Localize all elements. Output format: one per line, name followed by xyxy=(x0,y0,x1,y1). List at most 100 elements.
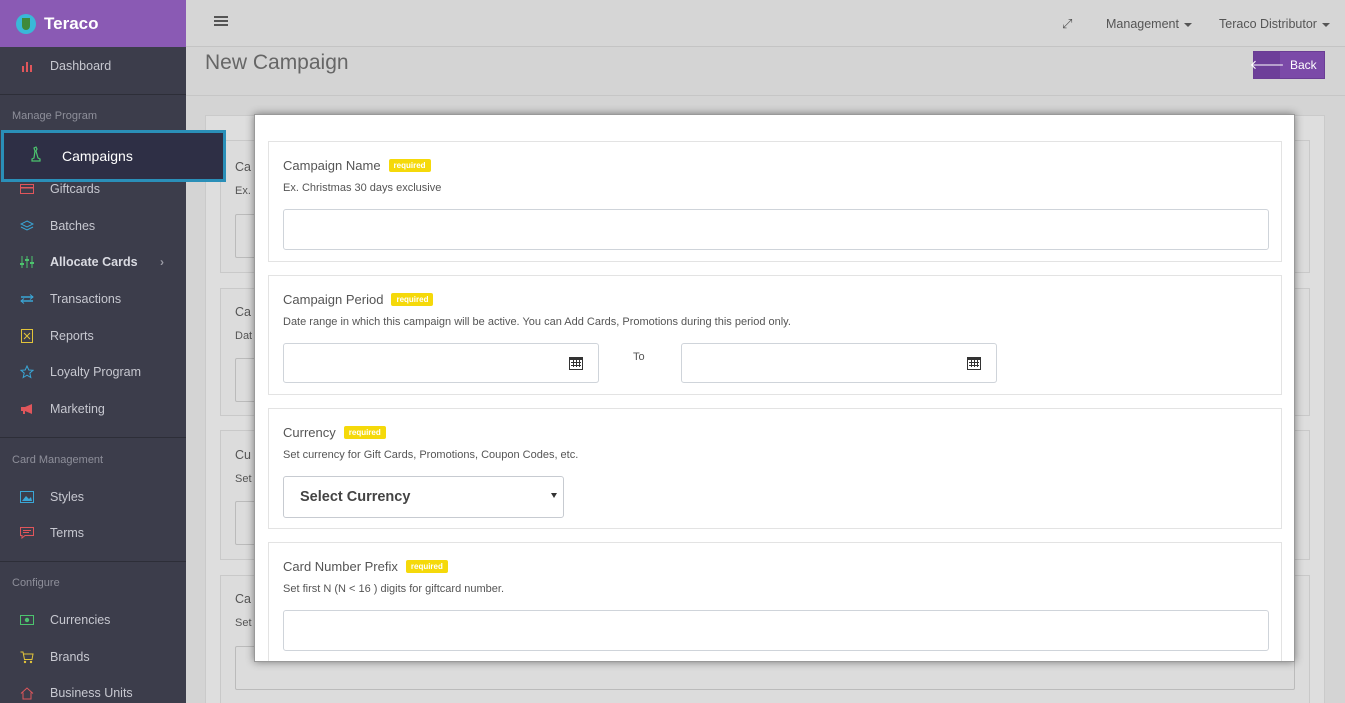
currency-label-text: Currency xyxy=(283,425,336,440)
header-divider xyxy=(186,95,1345,96)
sidebar-divider xyxy=(0,561,186,562)
credit-card-icon xyxy=(20,182,34,196)
sidebar-item-label: Loyalty Program xyxy=(50,365,142,379)
image-icon xyxy=(20,490,34,504)
card-prefix-label: Card Number Prefix required xyxy=(283,559,448,574)
campaign-period-label: Campaign Period required xyxy=(283,292,434,307)
background-label: Set xyxy=(235,473,252,485)
sidebar-item-label: Campaigns xyxy=(62,148,133,164)
home-icon xyxy=(20,686,34,700)
sidebar-item-label: Brands xyxy=(50,650,90,664)
sidebar-item-loyalty-program[interactable]: Loyalty Program xyxy=(0,359,186,385)
arrow-left-icon: 🡐 xyxy=(1250,52,1284,78)
sidebar-item-currencies[interactable]: Currencies xyxy=(0,607,186,633)
shopping-cart-icon xyxy=(20,650,34,664)
calendar-icon xyxy=(568,356,583,370)
end-date-picker-button[interactable] xyxy=(951,343,997,383)
background-label: Cu xyxy=(235,448,251,462)
required-badge: required xyxy=(391,293,434,306)
sidebar-item-label: Dashboard xyxy=(50,59,112,73)
sidebar-item-styles[interactable]: Styles xyxy=(0,484,186,510)
sidebar-item-label: Transactions xyxy=(50,292,122,306)
required-badge: required xyxy=(405,560,448,573)
fullscreen-icon[interactable]: ⤢ xyxy=(1062,16,1072,32)
comment-icon xyxy=(20,526,34,540)
to-label: To xyxy=(633,351,645,363)
section-manage-program: Manage Program xyxy=(12,110,97,122)
currency-help: Set currency for Gift Cards, Promotions,… xyxy=(283,449,579,461)
end-date-input[interactable] xyxy=(681,343,953,383)
card-prefix-card: Card Number Prefix required Set first N (… xyxy=(268,542,1282,661)
sidebar-item-dashboard[interactable]: Dashboard xyxy=(0,53,186,79)
sidebar-item-label: Reports xyxy=(50,329,94,343)
currency-select[interactable]: Select Currency xyxy=(283,476,564,518)
sidebar-item-reports[interactable]: Reports xyxy=(0,323,186,349)
sidebar-item-terms[interactable]: Terms xyxy=(0,520,186,546)
caret-down-icon xyxy=(551,493,557,498)
background-label: Ca xyxy=(235,592,251,606)
calendar-icon xyxy=(966,356,981,370)
background-label: Ca xyxy=(235,305,251,319)
currency-select-value: Select Currency xyxy=(300,489,411,505)
user-label: Teraco Distributor xyxy=(1219,17,1317,31)
page-title: New Campaign xyxy=(205,51,349,74)
sidebar-divider xyxy=(0,94,186,95)
chevron-right-icon: › xyxy=(160,255,164,269)
sidebar-item-label: Marketing xyxy=(50,402,105,416)
brand-logo-icon xyxy=(16,13,36,34)
campaign-name-label: Campaign Name required xyxy=(283,158,431,173)
sidebar-item-allocate-cards[interactable]: Allocate Cards › xyxy=(0,249,186,275)
sidebar-item-label: Styles xyxy=(50,490,85,504)
bar-chart-icon xyxy=(20,59,34,73)
card-prefix-label-text: Card Number Prefix xyxy=(283,559,398,574)
sidebar-item-label: Batches xyxy=(50,219,96,233)
campaign-name-input[interactable] xyxy=(283,209,1269,250)
background-label: Dat xyxy=(235,330,253,342)
campaign-name-label-text: Campaign Name xyxy=(283,158,381,173)
topbar: ⤢ Management Teraco Distributor xyxy=(186,0,1345,47)
campaign-form-modal: Campaign Name required Ex. Christmas 30 d… xyxy=(254,114,1295,662)
campaign-period-help: Date range in which this campaign will b… xyxy=(283,316,791,328)
sidebar-item-campaigns[interactable]: Campaigns xyxy=(1,130,226,182)
background-label: Ca xyxy=(235,160,251,174)
sidebar-item-transactions[interactable]: Transactions xyxy=(0,286,186,312)
sidebar-item-batches[interactable]: Batches xyxy=(0,213,186,239)
money-icon xyxy=(20,613,34,627)
start-date-picker-button[interactable] xyxy=(553,343,599,383)
start-date-input[interactable] xyxy=(283,343,555,383)
megaphone-icon xyxy=(20,402,34,416)
back-button[interactable]: 🡐 Back xyxy=(1250,51,1325,79)
campaign-name-help: Ex. Christmas 30 days exclusive xyxy=(283,182,442,194)
background-label: Ex. xyxy=(235,185,251,197)
campaign-period-label-text: Campaign Period xyxy=(283,292,384,307)
chess-piece-icon xyxy=(30,146,42,166)
section-configure: Configure xyxy=(12,577,60,589)
back-button-label: Back xyxy=(1290,58,1317,72)
currency-label: Currency required xyxy=(283,425,386,440)
campaign-period-card: Campaign Period required Date range in wh… xyxy=(268,275,1282,395)
required-badge: required xyxy=(343,426,386,439)
card-prefix-input[interactable] xyxy=(283,610,1269,651)
sidebar-divider xyxy=(0,437,186,438)
currency-card: Currency required Set currency for Gift C… xyxy=(268,408,1282,529)
caret-down-icon xyxy=(1183,22,1192,27)
exchange-icon xyxy=(20,292,34,306)
sidebar-item-label: Allocate Cards xyxy=(50,255,138,269)
sidebar-item-brands[interactable]: Brands xyxy=(0,644,186,670)
card-prefix-help: Set first N (N < 16 ) digits for giftcar… xyxy=(283,583,504,595)
required-badge: required xyxy=(388,159,431,172)
background-label: Set xyxy=(235,617,252,629)
sidebar-item-business-units[interactable]: Business Units xyxy=(0,680,186,703)
menu-toggle-icon[interactable] xyxy=(214,16,228,28)
layers-icon xyxy=(20,219,34,233)
brand-header[interactable]: Teraco xyxy=(0,0,186,47)
user-dropdown[interactable]: Teraco Distributor xyxy=(1219,17,1330,31)
caret-down-icon xyxy=(1321,22,1330,27)
sliders-icon xyxy=(20,255,34,269)
brand-name: Teraco xyxy=(44,13,99,33)
star-icon xyxy=(20,365,34,379)
sidebar-item-label: Business Units xyxy=(50,686,133,700)
report-file-icon xyxy=(20,329,34,343)
sidebar-item-marketing[interactable]: Marketing xyxy=(0,396,186,422)
management-dropdown[interactable]: Management xyxy=(1106,17,1192,31)
